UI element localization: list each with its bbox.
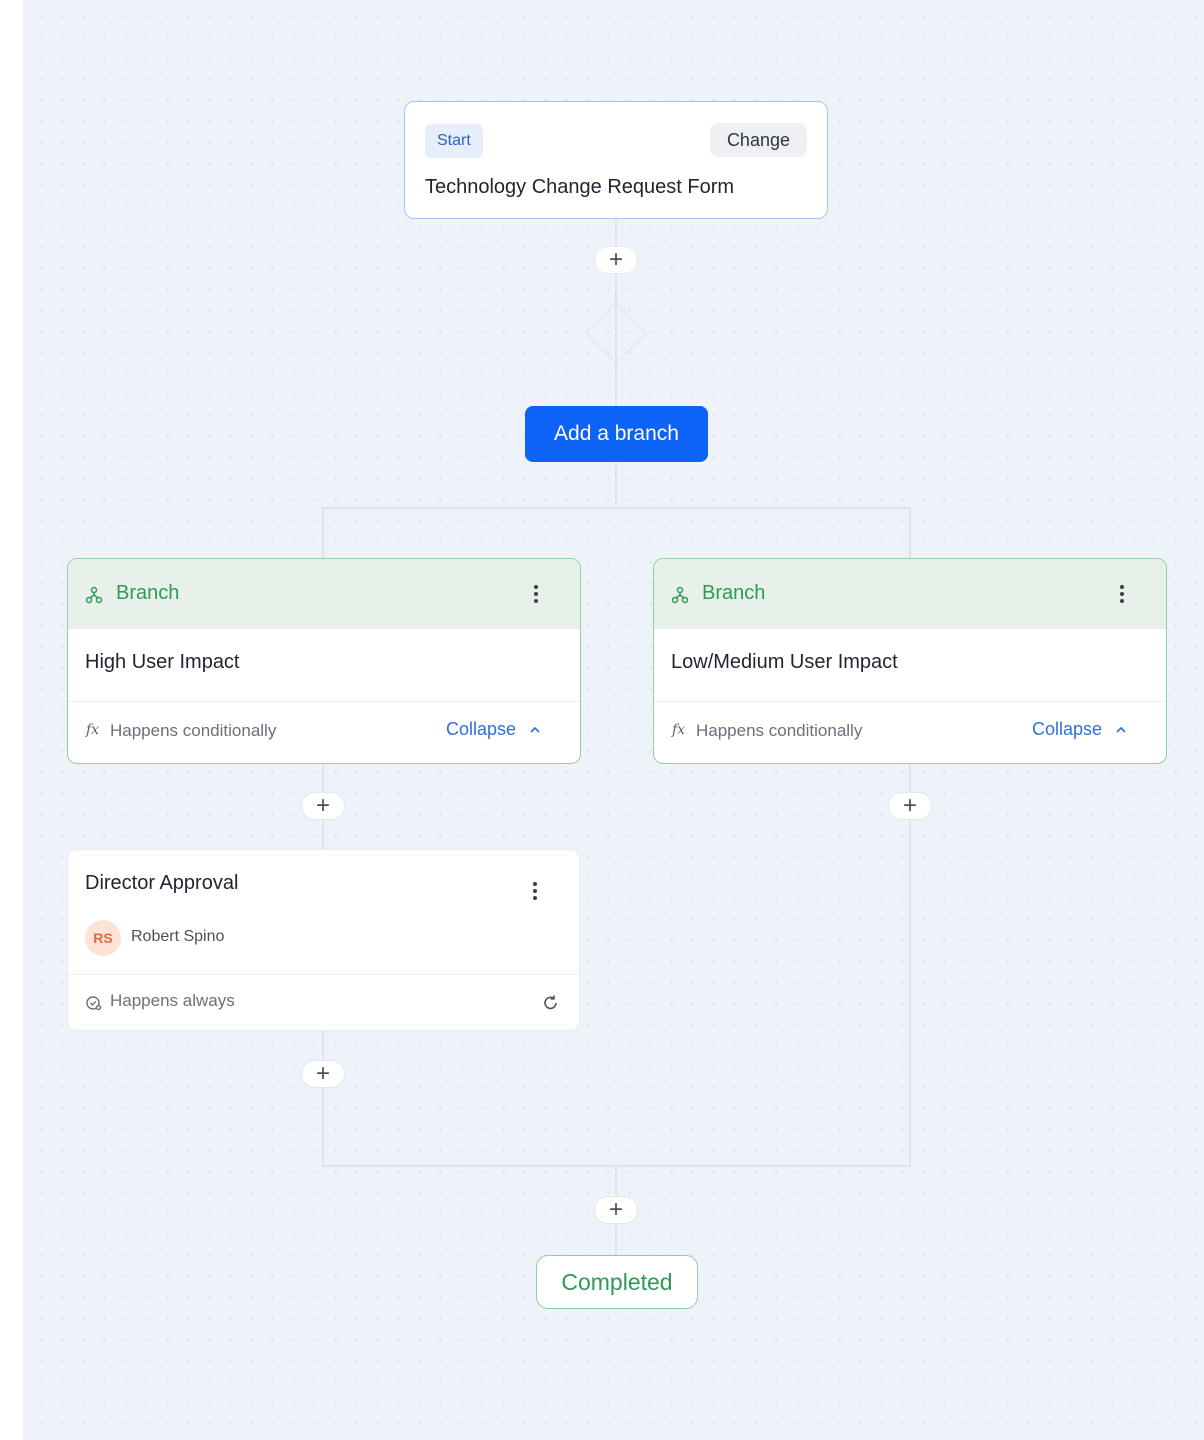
branch-title: Low/Medium User Impact — [671, 651, 898, 673]
branch-header: Branch — [68, 559, 580, 629]
branch-condition-text: Happens conditionally — [696, 721, 863, 740]
approval-step-card[interactable]: Director Approval RS Robert Spino Happen… — [67, 849, 580, 1031]
branch-label: Branch — [116, 582, 180, 604]
always-icon — [86, 996, 102, 1011]
start-badge: Start — [425, 124, 483, 158]
add-branch-button[interactable]: Add a branch — [525, 406, 708, 462]
divider — [654, 701, 1166, 702]
add-step-button-after-start[interactable]: + — [594, 246, 638, 274]
collapse-label: Collapse — [1031, 719, 1102, 739]
fx-icon: fx — [86, 722, 100, 738]
collapse-button[interactable]: Collapse — [446, 719, 542, 740]
divider — [68, 701, 580, 702]
chevron-up-icon — [1116, 726, 1126, 733]
chevron-up-icon — [530, 726, 540, 733]
more-options-icon[interactable] — [526, 582, 546, 608]
refresh-icon[interactable] — [541, 993, 561, 1013]
branch-title: High User Impact — [85, 651, 240, 673]
more-options-icon[interactable] — [525, 879, 545, 905]
branch-label: Branch — [702, 582, 766, 604]
add-step-button-before-completed[interactable]: + — [594, 1196, 638, 1224]
branch-condition-text: Happens conditionally — [110, 721, 277, 740]
approval-condition-text: Happens always — [110, 991, 235, 1010]
approval-title: Director Approval — [85, 872, 239, 894]
add-step-button-right-branch[interactable]: + — [888, 792, 932, 820]
add-step-button-after-approval[interactable]: + — [301, 1060, 345, 1088]
avatar: RS — [85, 920, 121, 956]
branch-header: Branch — [654, 559, 1166, 629]
divider — [68, 974, 579, 975]
collapse-button[interactable]: Collapse — [1032, 719, 1128, 740]
branch-icon — [671, 586, 689, 604]
branch-card-high-impact[interactable]: Branch High User Impact fx Happens condi… — [67, 558, 581, 764]
completed-node[interactable]: Completed — [536, 1255, 698, 1309]
more-options-icon[interactable] — [1112, 582, 1132, 608]
start-node-card[interactable]: Start Change Technology Change Request F… — [404, 101, 828, 219]
branch-card-low-medium-impact[interactable]: Branch Low/Medium User Impact fx Happens… — [653, 558, 1167, 764]
assignee-name: Robert Spino — [131, 928, 225, 945]
change-form-button[interactable]: Change — [709, 123, 807, 157]
collapse-label: Collapse — [445, 719, 516, 739]
start-form-title: Technology Change Request Form — [425, 176, 735, 198]
fx-icon: fx — [672, 722, 686, 738]
branch-icon — [85, 586, 103, 604]
add-step-button-left-branch[interactable]: + — [301, 792, 345, 820]
